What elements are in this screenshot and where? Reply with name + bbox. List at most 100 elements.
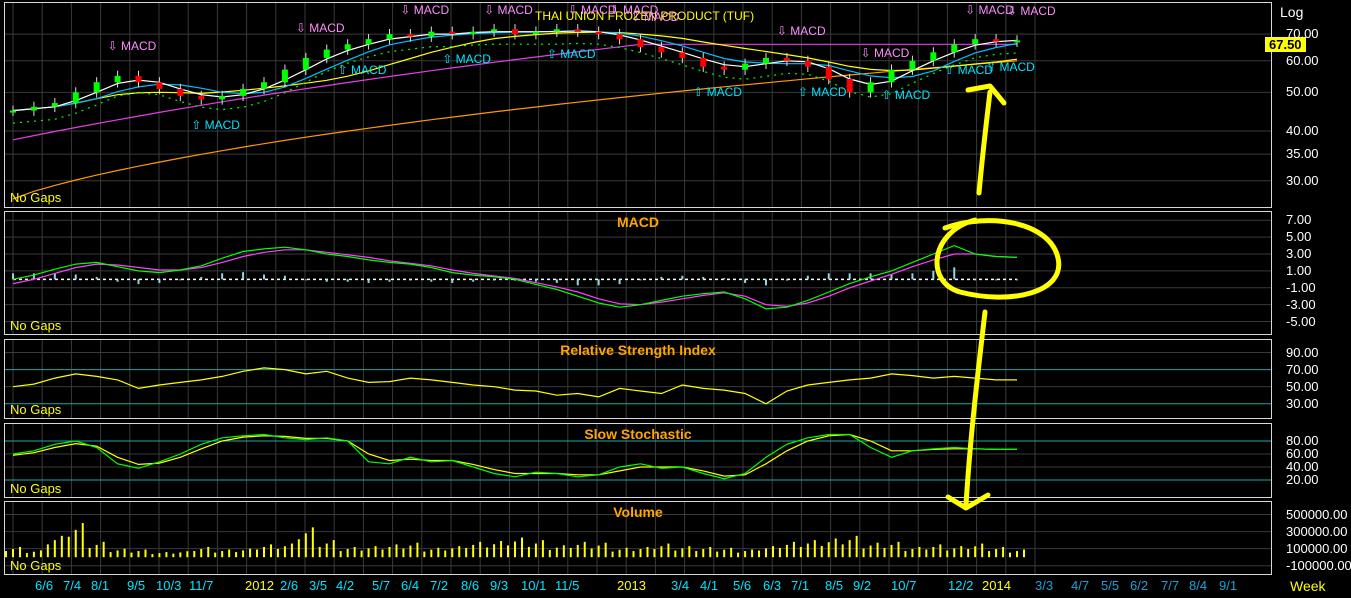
price-candle <box>700 57 707 67</box>
volume-bar <box>67 536 70 558</box>
price-candle <box>135 75 142 83</box>
volume-bar <box>500 540 503 558</box>
period-selector[interactable]: Week <box>1290 578 1326 594</box>
volume-bar <box>144 549 147 558</box>
volume-bar <box>597 545 600 558</box>
volume-bar <box>939 544 942 558</box>
volume-bar <box>911 549 914 558</box>
volume-bar <box>297 539 300 558</box>
x-tick-label: 6/6 <box>35 578 54 593</box>
macd-histogram-bar <box>723 278 726 280</box>
volume-bar <box>932 546 935 558</box>
macd-buy-signal: ⇧ MACD <box>546 47 596 62</box>
volume-bar <box>74 529 77 558</box>
price-panel[interactable]: THAI UNION FROZEN PRODUCT (TUF) No Gaps … <box>4 2 1272 208</box>
x-tick-label: 3/5 <box>309 578 328 593</box>
price-candle <box>281 69 288 83</box>
macd-panel-title: MACD <box>617 214 659 230</box>
volume-bar <box>507 545 509 558</box>
rsi-y-tick: 30.00 <box>1286 395 1319 411</box>
macd-y-tick: 1.00 <box>1286 262 1312 278</box>
macd-buy-signal: ⇧ MACD <box>881 87 931 102</box>
volume-bar <box>479 541 482 558</box>
x-tick-label: 3/3 <box>1035 578 1054 593</box>
macd-histogram-bar <box>974 279 977 281</box>
volume-bar <box>137 551 140 558</box>
log-scale-label[interactable]: Log <box>1280 4 1303 20</box>
volume-bar <box>465 547 468 558</box>
price-candle <box>386 34 393 40</box>
macd-histogram-bar <box>932 270 935 280</box>
volume-bar <box>702 549 705 558</box>
macd-panel[interactable]: MACD No Gaps <box>4 211 1272 335</box>
volume-bar <box>388 546 391 558</box>
macd-histogram-bar <box>242 272 245 280</box>
price-candle <box>595 31 602 35</box>
macd-histogram-bar <box>325 279 328 282</box>
volume-bar <box>653 549 656 558</box>
ma-mid-line <box>12 30 1018 112</box>
rsi-y-tick: 70.00 <box>1286 361 1319 377</box>
volume-bar <box>200 549 203 558</box>
x-tick-label: 11/5 <box>555 578 580 593</box>
price-candle <box>302 57 309 70</box>
volume-bar <box>235 552 238 558</box>
price-candle <box>261 82 267 89</box>
rsi-panel[interactable]: Relative Strength Index No Gaps <box>4 339 1272 419</box>
volume-bar <box>632 551 635 558</box>
volume-bar <box>792 541 795 558</box>
volume-bar <box>772 546 774 558</box>
macd-histogram-bar <box>346 279 349 282</box>
price-candle <box>637 39 644 47</box>
volume-bar <box>890 544 893 558</box>
volume-bar <box>848 540 851 558</box>
macd-histogram-bar <box>367 279 370 283</box>
volume-bar <box>988 551 991 558</box>
macd-sell-signal: ⇩ MACD <box>295 21 345 36</box>
volume-bar <box>221 551 224 558</box>
macd-histogram-bar <box>1016 279 1018 281</box>
price-candle <box>323 49 330 58</box>
volume-bar <box>646 546 649 558</box>
macd-buy-signal: ⇧ MACD <box>693 84 742 99</box>
stochastic-panel-title: Slow Stochastic <box>584 426 692 442</box>
macd-histogram-bar <box>827 273 830 280</box>
macd-histogram-bar <box>263 274 265 280</box>
x-tick-label: 4/1 <box>700 578 719 593</box>
price-candle <box>491 29 498 32</box>
x-tick-label: 10/1 <box>521 578 547 593</box>
macd-y-tick: 5.00 <box>1286 229 1312 245</box>
volume-bar <box>737 552 740 558</box>
volume-bar <box>325 543 328 558</box>
volume-panel[interactable]: Volume No Gaps <box>4 501 1272 575</box>
macd-sell-signal: ⇩ MACD <box>484 3 533 17</box>
volume-bar <box>270 544 272 558</box>
x-tick-label: 9/1 <box>1219 578 1238 593</box>
volume-bar <box>360 550 363 558</box>
volume-bar <box>904 551 907 558</box>
volume-bar <box>151 554 154 558</box>
macd-y-tick: -1.00 <box>1286 279 1316 295</box>
volume-bar <box>604 542 607 558</box>
macd-y-tick: -3.00 <box>1286 296 1316 312</box>
price-candle <box>344 44 351 50</box>
volume-bar <box>486 547 489 558</box>
volume-bar <box>249 548 252 558</box>
price-candle <box>763 57 769 64</box>
volume-bar <box>339 551 342 558</box>
x-tick-label: 9/2 <box>853 578 872 593</box>
volume-bar <box>53 540 56 558</box>
volume-bar <box>751 549 754 558</box>
x-tick-label: 2014 <box>982 578 1011 593</box>
x-tick-label: 10/7 <box>891 578 917 593</box>
volume-bar <box>806 543 809 558</box>
price-candle <box>532 31 539 35</box>
x-tick-label: 9/3 <box>490 578 509 593</box>
price-candle <box>867 82 874 93</box>
volume-bar <box>493 544 496 558</box>
macd-histogram-bar <box>53 273 56 280</box>
x-tick-label: 5/5 <box>1101 578 1120 593</box>
stochastic-panel[interactable]: Slow Stochastic No Gaps <box>4 423 1272 498</box>
volume-bar <box>855 535 858 558</box>
volume-bar <box>179 552 182 558</box>
